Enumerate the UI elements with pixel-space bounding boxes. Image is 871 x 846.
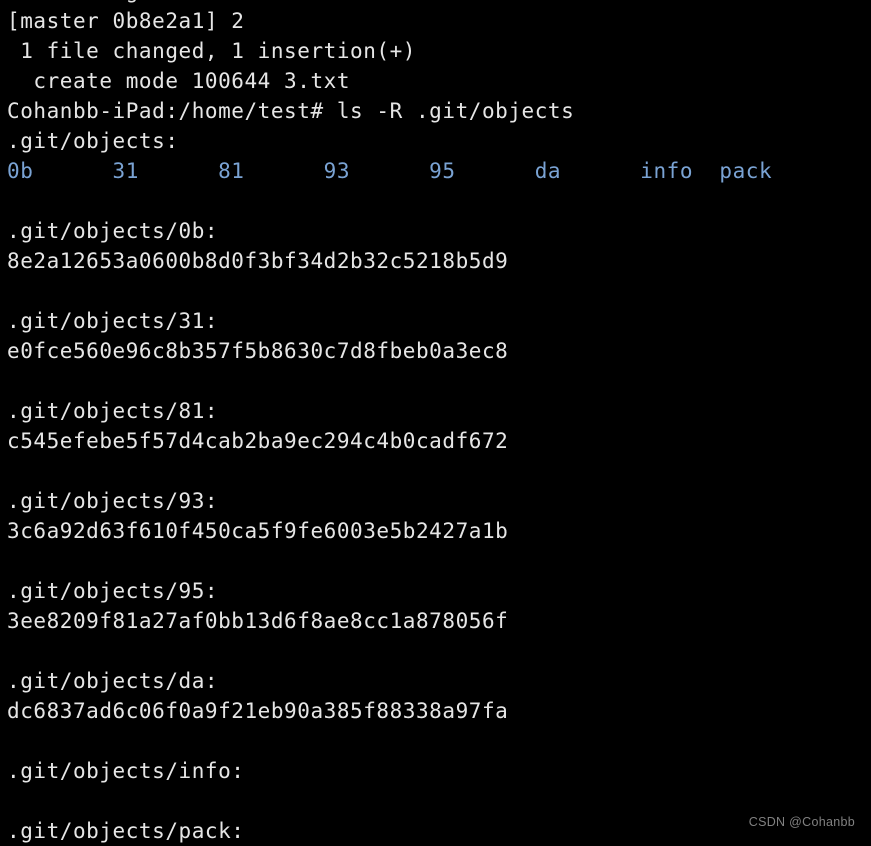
dir-header-da: .git/objects/da: <box>7 669 219 693</box>
dir-header-81: .git/objects/81: <box>7 399 219 423</box>
git-commit-header-line: [master 0b8e2a1] 2 <box>7 9 245 33</box>
terminal-window[interactable]: g [master 0b8e2a1] 2 1 file changed, 1 i… <box>0 0 871 843</box>
objects-dir-listing-row[interactable]: 0b 31 81 93 95 da info pack <box>0 156 871 186</box>
git-commit-summary-line: 1 file changed, 1 insertion(+) <box>7 39 416 63</box>
dir-header-93: .git/objects/93: <box>7 489 219 513</box>
objects-dir-header-line: .git/objects: <box>7 129 179 153</box>
git-create-mode-line: create mode 100644 3.txt <box>7 69 351 93</box>
object-hash-31: e0fce560e96c8b357f5b8630c7d8fbeb0a3ec8 <box>7 339 509 363</box>
dir-header-info: .git/objects/info: <box>7 759 245 783</box>
object-hash-81: c545efebe5f57d4cab2ba9ec294c4b0cadf672 <box>7 429 509 453</box>
object-hash-da: dc6837ad6c06f0a9f21eb90a385f88338a97fa <box>7 699 509 723</box>
terminal-output-area[interactable]: [master 0b8e2a1] 2 1 file changed, 1 ins… <box>0 6 871 846</box>
csdn-watermark: CSDN @Cohanbb <box>748 815 855 829</box>
dir-header-pack: .git/objects/pack: <box>7 819 245 843</box>
object-hash-93: 3c6a92d63f610f450ca5f9fe6003e5b2427a1b <box>7 519 509 543</box>
object-hash-0b: 8e2a12653a0600b8d0f3bf34d2b32c5218b5d9 <box>7 249 509 273</box>
dir-header-95: .git/objects/95: <box>7 579 219 603</box>
dir-header-0b: .git/objects/0b: <box>7 219 219 243</box>
dir-header-31: .git/objects/31: <box>7 309 219 333</box>
object-hash-95: 3ee8209f81a27af0bb13d6f8ae8cc1a878056f <box>7 609 509 633</box>
shell-prompt-line[interactable]: Cohanbb-iPad:/home/test# ls -R .git/obje… <box>0 96 871 126</box>
